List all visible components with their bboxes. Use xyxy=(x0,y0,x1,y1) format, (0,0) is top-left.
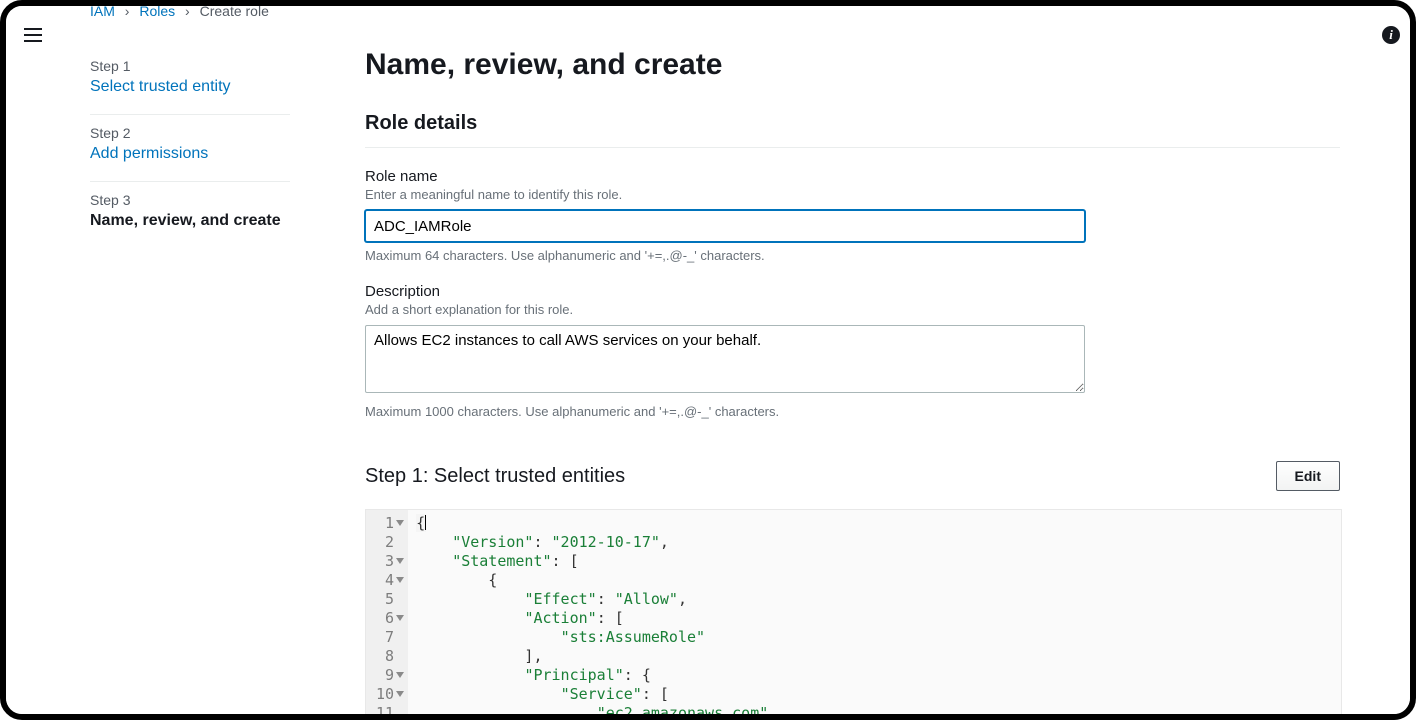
info-icon[interactable]: i xyxy=(1382,26,1400,44)
step1-review-title: Step 1: Select trusted entities xyxy=(365,465,625,488)
role-name-help: Maximum 64 characters. Use alphanumeric … xyxy=(365,248,1095,263)
role-name-label: Role name xyxy=(365,168,1095,185)
sidebar-step-name-review-create: Name, review, and create xyxy=(90,212,290,230)
menu-icon[interactable] xyxy=(24,28,42,42)
breadcrumb: IAM › Roles › Create role xyxy=(90,6,269,19)
trust-policy-editor[interactable]: 1 2 3 4 5 6 7 8 9 10 11 { "Version": "20… xyxy=(365,509,1342,714)
breadcrumb-roles[interactable]: Roles xyxy=(139,6,175,19)
page-title: Name, review, and create xyxy=(365,48,1370,82)
edit-trusted-entities-button[interactable]: Edit xyxy=(1276,461,1340,491)
description-hint: Add a short explanation for this role. xyxy=(365,302,1095,317)
section-role-details: Role details xyxy=(365,112,1340,148)
main-content: Name, review, and create Role details Ro… xyxy=(365,44,1410,714)
description-label: Description xyxy=(365,283,1095,300)
breadcrumb-iam[interactable]: IAM xyxy=(90,6,115,19)
breadcrumb-current: Create role xyxy=(200,6,269,19)
code-gutter: 1 2 3 4 5 6 7 8 9 10 11 xyxy=(366,510,408,714)
description-help: Maximum 1000 characters. Use alphanumeri… xyxy=(365,404,1095,419)
step3-num: Step 3 xyxy=(90,192,290,208)
description-input[interactable]: Allows EC2 instances to call AWS service… xyxy=(365,325,1085,393)
step2-num: Step 2 xyxy=(90,125,290,141)
code-body[interactable]: { "Version": "2012-10-17", "Statement": … xyxy=(408,510,776,714)
role-name-hint: Enter a meaningful name to identify this… xyxy=(365,187,1095,202)
sidebar-step-add-permissions[interactable]: Add permissions xyxy=(90,145,290,163)
role-name-input[interactable] xyxy=(365,210,1085,242)
wizard-sidebar: Step 1 Select trusted entity Step 2 Add … xyxy=(6,44,370,714)
step1-num: Step 1 xyxy=(90,58,290,74)
sidebar-step-select-trusted-entity[interactable]: Select trusted entity xyxy=(90,78,290,96)
